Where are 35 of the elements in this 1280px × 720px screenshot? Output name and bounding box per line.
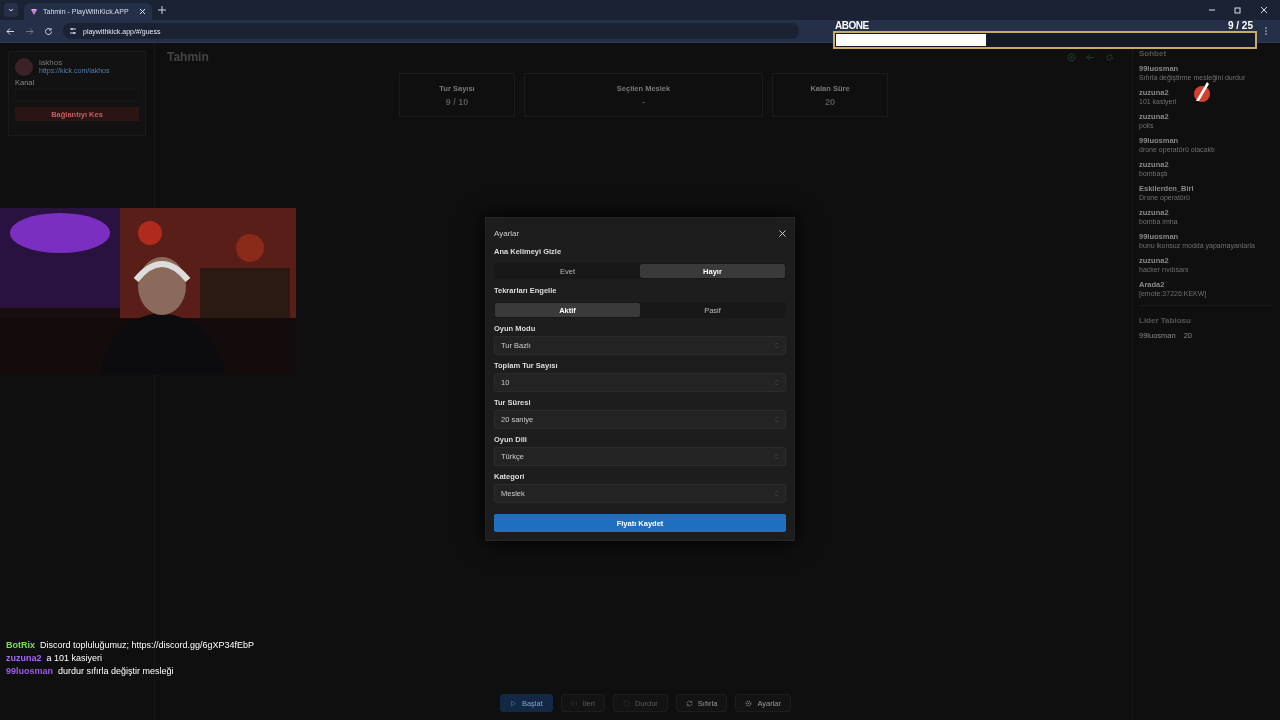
chevron-down-icon	[7, 6, 15, 14]
channel-name: iakhos	[39, 58, 64, 67]
chat-title: Sohbet	[1139, 49, 1168, 58]
dialog-title: Ayarlar	[494, 228, 520, 238]
sort-arrows-icon	[774, 490, 779, 497]
refresh-icon	[685, 699, 693, 707]
site-settings-icon[interactable]	[69, 27, 77, 35]
close-button[interactable]	[779, 229, 786, 237]
stat-value: 20	[825, 96, 835, 107]
goal-count: 9 / 25	[1227, 20, 1253, 31]
settings-icon	[745, 699, 753, 707]
stat-value: 9 / 10	[445, 96, 469, 107]
sort-arrows-icon	[774, 416, 779, 423]
avatar	[15, 58, 33, 76]
new-tab-icon[interactable]	[158, 4, 166, 16]
leaderboard-title: Lider Tablosu	[1139, 316, 1192, 325]
minimize-icon[interactable]	[1208, 6, 1216, 14]
play-icon	[509, 699, 517, 707]
forward-icon[interactable]	[25, 26, 34, 36]
feather-badge-icon	[1192, 81, 1212, 103]
back-icon[interactable]	[6, 26, 15, 36]
menu-icon[interactable]	[1262, 27, 1270, 35]
restore-icon[interactable]	[1234, 6, 1242, 14]
goal-label: ABONE	[835, 20, 869, 31]
close-icon[interactable]	[1260, 6, 1268, 14]
reload-icon[interactable]	[44, 26, 53, 36]
overlay-chat-message: BotRix Discord topluluğumuz; https://discord.gg/6gXP34fEbP	[6, 640, 255, 650]
sort-arrows-icon	[774, 453, 779, 460]
stat-value: -	[642, 96, 645, 107]
close-icon[interactable]	[139, 8, 146, 15]
overlay-chat-message: zuzuna2 a 101 kasiyeri	[6, 653, 104, 663]
sort-arrows-icon	[774, 342, 779, 349]
gem-icon	[30, 7, 38, 16]
overlay-chat-message: 99luosman durdur sıfırla değiştir mesleği	[6, 666, 175, 676]
sort-arrows-icon	[774, 379, 779, 386]
